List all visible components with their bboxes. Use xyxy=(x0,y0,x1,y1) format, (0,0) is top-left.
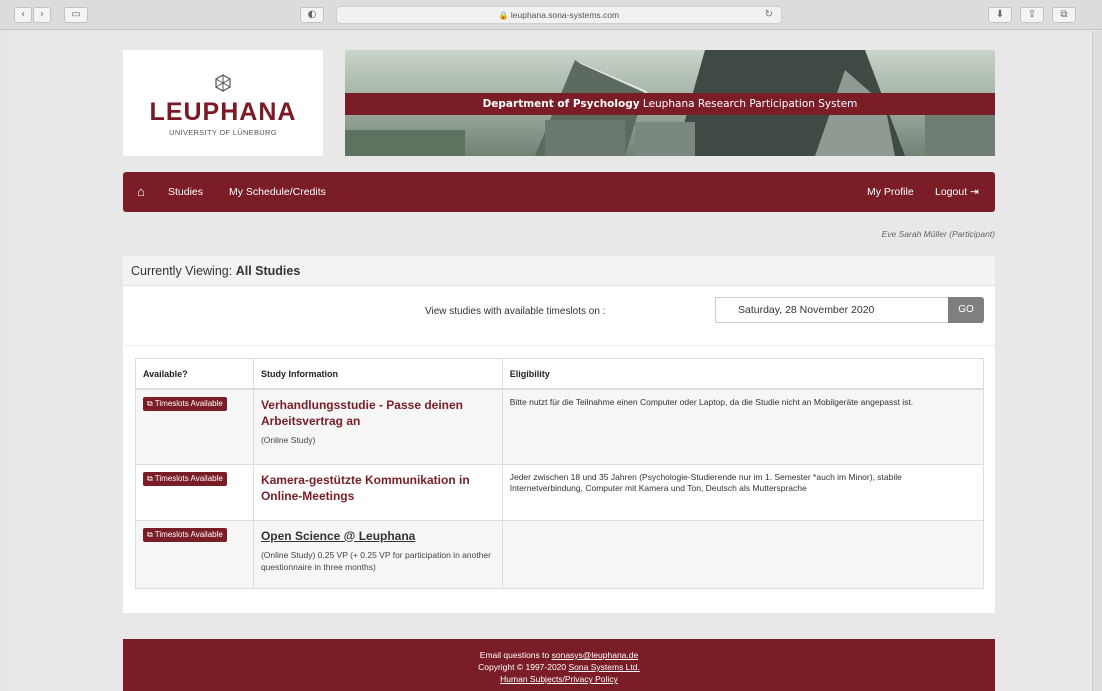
study-info-cell: Kamera-gestützte Kommunikation in Online… xyxy=(252,463,503,521)
study-meta: (Online Study) 0.25 VP (+ 0.25 VP for pa… xyxy=(260,549,491,572)
reload-icon[interactable]: ↻ xyxy=(765,7,773,23)
footer-company-link[interactable]: Sona Systems Ltd. xyxy=(569,662,640,672)
header-eligibility: Eligibility xyxy=(501,358,985,390)
shield-icon: ◐ xyxy=(307,9,317,20)
eligibility-text: Bitte nutzt für die Teilnahme einen Comp… xyxy=(509,397,914,407)
viewing-value: All Studies xyxy=(235,264,301,278)
timeslots-available-button[interactable]: ⧉ Timeslots Available xyxy=(143,527,227,542)
study-info-cell: Verhandlungsstudie - Passe deinen Arbeit… xyxy=(252,388,503,465)
url-text: leuphana.sona-systems.com xyxy=(510,10,620,20)
table-row: ⧉ Timeslots Available Open Science @ Leu… xyxy=(135,519,985,589)
external-link-icon: ⧉ xyxy=(147,473,153,483)
timeslots-available-button[interactable]: ⧉ Timeslots Available xyxy=(143,471,227,486)
share-icon: ⇪ xyxy=(1027,9,1037,20)
browser-toolbar: ‹ › ▭ ◐ 🔒 leuphana.sona-systems.com ↻ ⬇ ⇪… xyxy=(0,0,1102,30)
date-picker-input[interactable]: Saturday, 28 November 2020 xyxy=(715,297,948,323)
footer-privacy-link[interactable]: Human Subjects/Privacy Policy xyxy=(500,674,618,684)
eligibility-text: Jeder zwischen 18 und 35 Jahren (Psychol… xyxy=(509,471,902,494)
available-cell: ⧉ Timeslots Available xyxy=(135,463,254,521)
footer-privacy-line: Human Subjects/Privacy Policy xyxy=(123,673,995,685)
footer-copyright-line: Copyright © 1997-2020 Sona Systems Ltd. xyxy=(123,661,995,673)
tabs-overview-button[interactable]: ⧉ xyxy=(1052,7,1076,23)
viewing-label: Currently Viewing: xyxy=(131,264,233,278)
table-header-row: Available? Study Information Eligibility xyxy=(135,358,985,390)
button-label: Timeslots Available xyxy=(154,399,223,408)
footer-email-link[interactable]: sonasys@leuphana.de xyxy=(552,650,639,660)
timeslots-available-button[interactable]: ⧉ Timeslots Available xyxy=(143,397,227,411)
footer-copyright: Copyright © 1997-2020 xyxy=(478,662,567,672)
study-title-link[interactable]: Kamera-gestützte Kommunikation in Online… xyxy=(261,472,495,504)
scrollbar[interactable] xyxy=(1092,31,1102,691)
button-label: Timeslots Available xyxy=(154,529,223,539)
forward-button[interactable]: › xyxy=(33,7,51,23)
download-button[interactable]: ⬇ xyxy=(988,7,1012,23)
logout-label: Logout xyxy=(935,186,968,198)
footer-email-prefix: Email questions to xyxy=(479,650,550,660)
banner-title: Department of Psychology Leuphana Resear… xyxy=(345,93,995,115)
main-navbar: ⌂ Studies My Schedule/Credits My Profile… xyxy=(123,172,995,212)
table-row: ⧉ Timeslots Available Verhandlungsstudie… xyxy=(135,388,985,465)
banner-system-name: Leuphana Research Participation System xyxy=(642,98,858,110)
nav-studies[interactable]: Studies xyxy=(168,172,203,212)
header-banner: Department of Psychology Leuphana Resear… xyxy=(345,50,995,156)
go-button[interactable]: GO xyxy=(948,297,984,323)
nav-logout[interactable]: Logout ⇥ xyxy=(935,172,979,212)
sidebar-toggle-button[interactable]: ▭ xyxy=(64,7,88,23)
header-available: Available? xyxy=(135,358,254,390)
divider xyxy=(123,345,995,346)
viewing-header: Currently Viewing: All Studies xyxy=(123,256,995,286)
eligibility-cell: Jeder zwischen 18 und 35 Jahren (Psychol… xyxy=(501,463,985,521)
eligibility-cell xyxy=(501,519,985,589)
study-title-link[interactable]: Open Science @ Leuphana xyxy=(261,528,495,544)
home-icon[interactable]: ⌂ xyxy=(137,172,145,212)
banner-department: Department of Psychology xyxy=(482,98,640,110)
study-title-link[interactable]: Verhandlungsstudie - Passe deinen Arbeit… xyxy=(261,397,495,429)
lock-icon: 🔒 xyxy=(498,11,509,20)
sidebar-icon: ▭ xyxy=(71,9,81,20)
eligibility-cell: Bitte nutzt für die Teilnahme einen Comp… xyxy=(501,388,985,465)
logo-name: LEUPHANA xyxy=(149,98,297,126)
timeslot-filter-label: View studies with available timeslots on… xyxy=(425,306,606,317)
external-link-icon: ⧉ xyxy=(147,399,153,408)
page-footer: Email questions to sonasys@leuphana.de C… xyxy=(123,639,995,691)
footer-email-line: Email questions to sonasys@leuphana.de xyxy=(123,649,995,661)
button-label: Timeslots Available xyxy=(154,473,223,483)
table-row: ⧉ Timeslots Available Kamera-gestützte K… xyxy=(135,463,985,521)
download-icon: ⬇ xyxy=(995,9,1005,20)
share-button[interactable]: ⇪ xyxy=(1020,7,1044,23)
nav-schedule-credits[interactable]: My Schedule/Credits xyxy=(229,172,326,212)
study-info-cell: Open Science @ Leuphana (Online Study) 0… xyxy=(252,519,503,589)
external-link-icon: ⧉ xyxy=(147,529,153,539)
logo-subtitle: UNIVERSITY OF LÜNEBURG xyxy=(169,128,277,137)
studies-table: Available? Study Information Eligibility… xyxy=(135,358,985,589)
back-button[interactable]: ‹ xyxy=(14,7,32,23)
logout-icon: ⇥ xyxy=(970,186,979,198)
studies-panel: Currently Viewing: All Studies View stud… xyxy=(123,256,995,613)
tabs-icon: ⧉ xyxy=(1060,9,1068,20)
nav-my-profile[interactable]: My Profile xyxy=(867,172,914,212)
current-user: Eve Sarah Müller (Participant) xyxy=(881,229,995,239)
privacy-report-button[interactable]: ◐ xyxy=(300,7,324,23)
header-study-information: Study Information xyxy=(252,358,503,390)
study-meta: (Online Study) xyxy=(260,435,316,445)
available-cell: ⧉ Timeslots Available xyxy=(135,388,254,465)
university-logo[interactable]: LEUPHANA UNIVERSITY OF LÜNEBURG xyxy=(123,50,323,156)
logo-mark-icon xyxy=(123,74,323,96)
available-cell: ⧉ Timeslots Available xyxy=(135,519,254,589)
address-bar[interactable]: 🔒 leuphana.sona-systems.com ↻ xyxy=(336,6,782,24)
